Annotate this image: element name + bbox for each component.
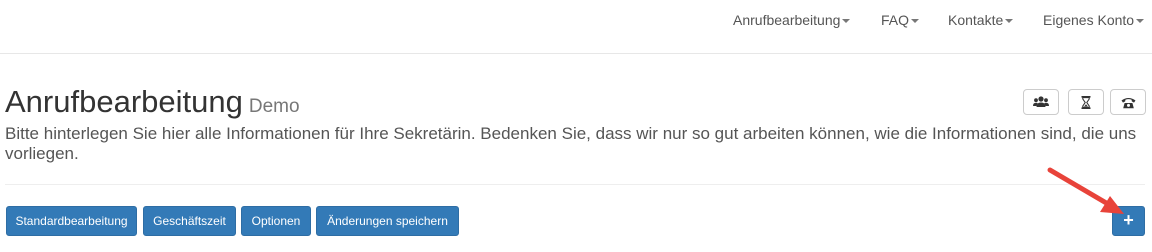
options-button[interactable]: Optionen bbox=[241, 206, 311, 236]
caret-down-icon bbox=[911, 19, 920, 24]
annotation-arrow-icon bbox=[1047, 167, 1124, 214]
users-icon bbox=[1033, 96, 1049, 107]
caret-down-icon bbox=[842, 19, 851, 24]
page-subtitle: Demo bbox=[248, 96, 300, 117]
phone-button[interactable] bbox=[1110, 89, 1146, 115]
caret-down-icon bbox=[1136, 19, 1145, 24]
nav-label: FAQ bbox=[881, 12, 910, 28]
hourglass-icon bbox=[1081, 95, 1091, 109]
caret-down-icon bbox=[1005, 19, 1014, 24]
page-title: Anrufbearbeitung Demo bbox=[5, 84, 300, 125]
hourglass-button[interactable] bbox=[1068, 89, 1104, 115]
users-button[interactable] bbox=[1023, 89, 1059, 115]
intro-text: Bitte hinterlegen Sie hier alle Informat… bbox=[5, 124, 1137, 163]
standard-button[interactable]: Standardbearbeitung bbox=[6, 206, 137, 236]
nav-anrufbearbeitung[interactable]: Anrufbearbeitung bbox=[733, 11, 851, 29]
nav-eigenes-konto[interactable]: Eigenes Konto bbox=[1043, 11, 1145, 29]
nav-faq[interactable]: FAQ bbox=[881, 11, 920, 29]
phone-icon bbox=[1121, 97, 1135, 108]
divider bbox=[5, 184, 1145, 185]
nav-label: Anrufbearbeitung bbox=[733, 12, 841, 28]
top-navbar: Anrufbearbeitung FAQ Kontakte Eigenes Ko… bbox=[0, 0, 1152, 54]
save-changes-button[interactable]: Änderungen speichern bbox=[316, 206, 459, 236]
business-hours-button[interactable]: Geschäftszeit bbox=[143, 206, 236, 236]
page-title-text: Anrufbearbeitung bbox=[5, 84, 243, 119]
nav-label: Kontakte bbox=[948, 12, 1004, 28]
nav-kontakte[interactable]: Kontakte bbox=[948, 11, 1014, 29]
nav-label: Eigenes Konto bbox=[1043, 12, 1135, 28]
